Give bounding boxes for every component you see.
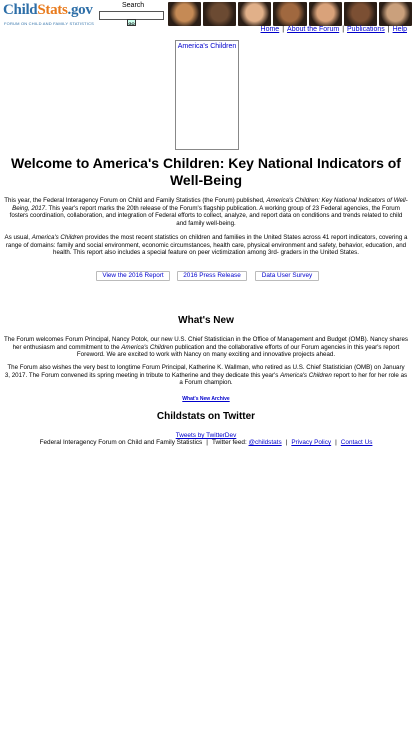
nav-separator: | xyxy=(342,26,345,33)
child-photo xyxy=(168,2,202,26)
nav-about[interactable]: About the Forum xyxy=(287,26,339,33)
twitter-timeline: Tweets by TwitterDev xyxy=(0,432,412,439)
search-go-button[interactable]: GO xyxy=(127,19,136,26)
child-photo xyxy=(273,2,307,26)
site-header: ChildStats.gov FORUM ON CHILD AND FAMILY… xyxy=(0,0,412,38)
child-photo xyxy=(378,2,412,26)
feature-box-label: America's Children xyxy=(177,43,237,50)
twitter-handle-link[interactable]: @childstats xyxy=(249,439,282,446)
nav-help[interactable]: Help xyxy=(393,26,407,33)
welcome-paragraph-1: This year, the Federal Interagency Forum… xyxy=(4,197,408,227)
whats-new-heading: What's New xyxy=(178,315,234,326)
footer-org: Federal Interagency Forum on Child and F… xyxy=(39,439,203,446)
whats-new-archive-link[interactable]: What's New Archive xyxy=(182,396,229,402)
footer-separator: | xyxy=(335,439,337,446)
welcome-title: Welcome to America's Children: Key Natio… xyxy=(11,155,401,188)
child-photo xyxy=(343,2,377,26)
site-footer: Federal Interagency Forum on Child and F… xyxy=(0,439,412,446)
data-user-survey-button[interactable]: Data User Survey xyxy=(255,271,319,281)
contact-us-link[interactable]: Contact Us xyxy=(341,439,373,446)
child-photo xyxy=(238,2,272,26)
nav-home[interactable]: Home xyxy=(261,26,280,33)
report-links: View the 2016 Report 2016 Press Release … xyxy=(0,271,412,281)
top-nav: Home | About the Forum | Publications | Help xyxy=(261,26,407,33)
whats-new-paragraph-2: The Forum also wishes the very best to l… xyxy=(4,364,408,387)
search-label: Search xyxy=(122,2,145,9)
privacy-policy-link[interactable]: Privacy Policy xyxy=(291,439,331,446)
logo-tagline: FORUM ON CHILD AND FAMILY STATISTICS xyxy=(4,21,95,26)
footer-separator: | xyxy=(285,439,288,446)
footer-feed-label: Twitter feed: xyxy=(211,439,249,446)
whats-new-paragraph-1: The Forum welcomes Forum Principal, Nanc… xyxy=(4,336,408,359)
americas-children-feature-box[interactable]: America's Children xyxy=(175,40,239,150)
children-photo-banner xyxy=(168,2,412,26)
logo-wordmark: ChildStats.gov xyxy=(3,2,93,18)
nav-separator: | xyxy=(282,26,285,33)
nav-publications[interactable]: Publications xyxy=(347,26,385,33)
twitter-heading: Childstats on Twitter xyxy=(156,411,256,422)
welcome-paragraph-2: As usual, America's Children provides th… xyxy=(4,234,408,257)
footer-separator: | xyxy=(206,439,208,446)
tweets-by-link[interactable]: Tweets by TwitterDev xyxy=(176,432,237,439)
nav-separator: | xyxy=(387,26,390,33)
press-release-button[interactable]: 2016 Press Release xyxy=(177,271,247,281)
childstats-logo[interactable]: ChildStats.gov FORUM ON CHILD AND FAMILY… xyxy=(3,2,98,26)
view-2016-report-button[interactable]: View the 2016 Report xyxy=(96,271,170,281)
child-photo xyxy=(203,2,237,26)
whats-new-archive: What's New Archive xyxy=(0,396,412,402)
child-photo xyxy=(308,2,342,26)
